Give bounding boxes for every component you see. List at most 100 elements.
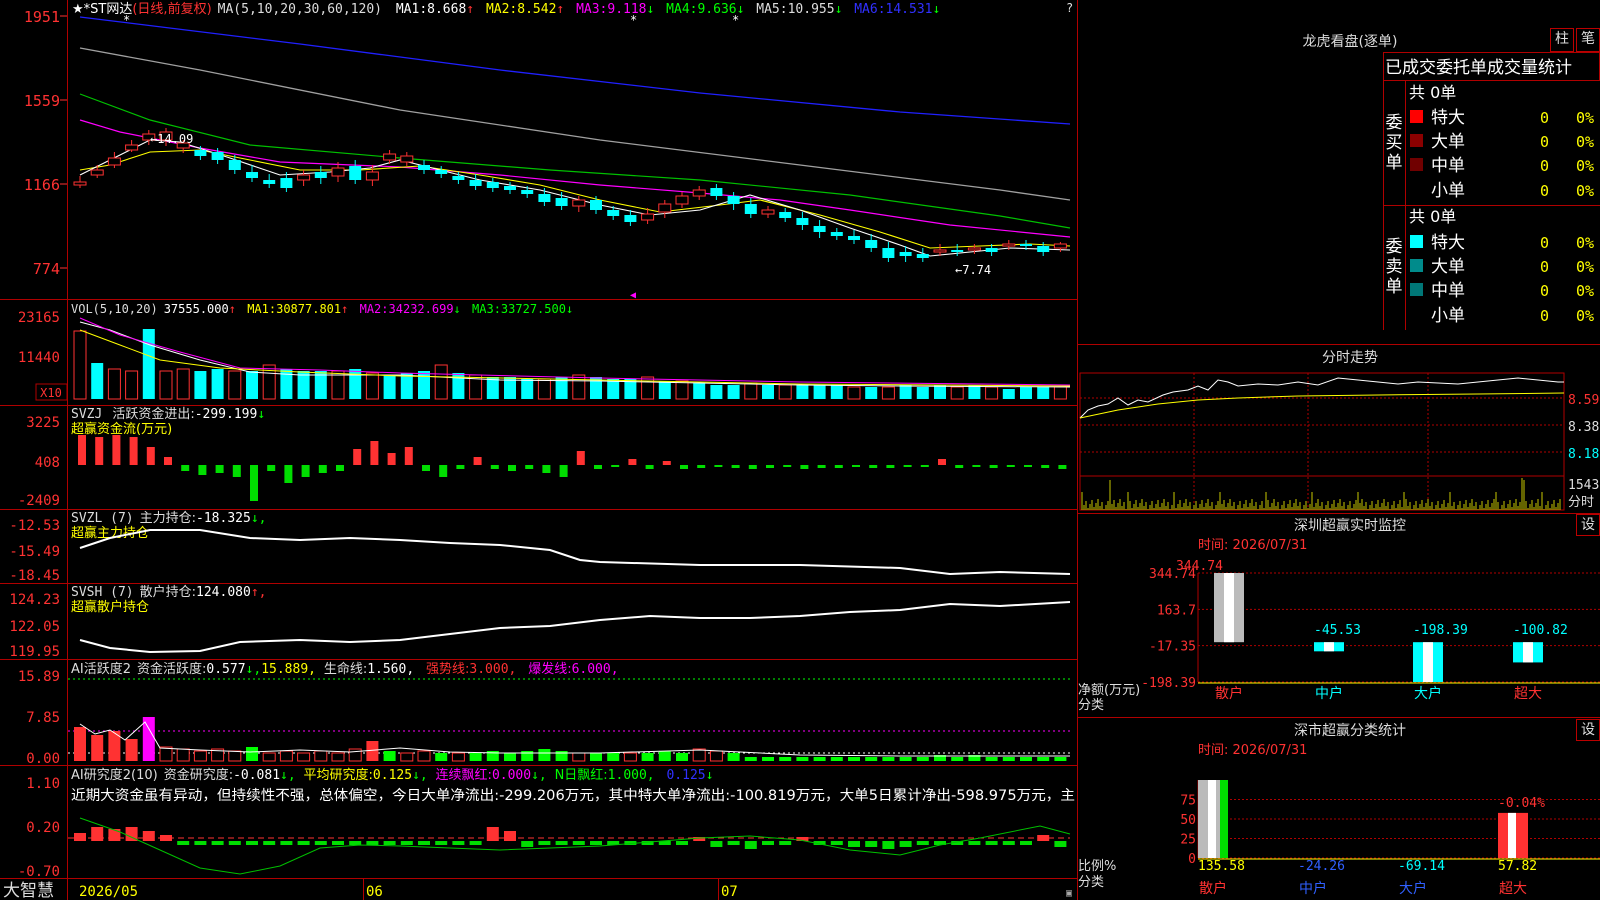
research-bar: [142, 831, 155, 841]
fund-flow-bar: [129, 437, 138, 465]
candle-body: [107, 157, 121, 166]
class-tick: 25: [1180, 833, 1196, 848]
activity-bars: [74, 717, 1067, 762]
volume-bar: [365, 372, 379, 400]
x-tick: 07: [721, 884, 738, 900]
activity-bar: [279, 750, 293, 762]
intraday-title: 分时走势: [1322, 350, 1378, 366]
activity-bar: [400, 752, 414, 762]
class-bar-label: -24.26: [1298, 859, 1345, 874]
help-icon[interactable]: ?: [1066, 1, 1073, 15]
research-bar: [504, 831, 516, 841]
class-settings-button[interactable]: 设: [1576, 719, 1600, 741]
class-bar-label: 57.82: [1498, 859, 1537, 874]
research-bar: [469, 841, 482, 845]
research-bar: [211, 841, 224, 845]
fund-flow-bar: [852, 465, 860, 467]
candle-body: [830, 232, 843, 236]
activity-bar: [676, 753, 688, 761]
buy-side-label: 委买单: [1386, 113, 1403, 173]
class-bar-highlight: [1208, 780, 1216, 858]
candle-body: [73, 181, 87, 186]
activity-bar: [297, 752, 311, 762]
kline-chart-area[interactable]: 1951 1559 1166 774 ★*ST网达(日线,前复权) MA(5,10…: [0, 0, 1078, 900]
candlesticks[interactable]: [73, 128, 1067, 262]
intraday-vol-tick: 1543: [1568, 478, 1599, 493]
candle-body: [882, 248, 895, 258]
vol-tick: 23165: [18, 310, 60, 326]
candle-body: [658, 203, 672, 213]
brand-logo: 大智慧: [3, 881, 54, 900]
monitor-bar-highlight: [1423, 642, 1433, 682]
monitor-settings-button[interactable]: 设: [1576, 514, 1600, 536]
research-bar: [228, 841, 241, 845]
candle-body: [848, 236, 860, 240]
ai1-legend: AI活跃度2 资金活跃度:0.577↓,15.889, 生命线:1.560, 强势…: [71, 661, 619, 677]
fund-flow-bar: [697, 465, 706, 468]
class-chart[interactable]: 75 50 25 0 135.58 散户 -24.26 中户 -69.14 大户 57.82 超大 -0…: [1180, 780, 1600, 897]
candle-body: [572, 199, 586, 207]
sell-row-color: [1410, 235, 1423, 248]
candle-body: [228, 160, 241, 170]
candle-body: [744, 204, 757, 214]
candle-body: [590, 200, 602, 210]
candle-body: [263, 180, 276, 184]
ai1-tick: 15.89: [18, 669, 60, 685]
fund-flow-bar: [1058, 465, 1067, 469]
activity-bar: [1054, 757, 1067, 761]
monitor-bar-label: -45.53: [1314, 623, 1361, 638]
svzl-tick: -18.45: [9, 568, 60, 584]
svzj-tick: -2409: [18, 493, 60, 509]
ai2-legend: AI研究度2(10) 资金研究度:-0.081↓, 平均研究度:0.125↓, 连…: [71, 767, 713, 783]
activity-bar: [813, 757, 826, 761]
fund-flow-bar: [473, 457, 482, 465]
sell-row-name: 中单: [1431, 281, 1465, 301]
svsh-tick: 122.05: [9, 619, 60, 635]
volume-bar: [658, 381, 671, 399]
volume-bar: [675, 380, 689, 400]
lock-icon[interactable]: ▣: [1066, 888, 1072, 899]
volume-bar: [950, 386, 964, 400]
activity-bar: [1002, 757, 1015, 761]
research-bar: [538, 841, 551, 845]
monitor-category-label: 中户: [1315, 685, 1343, 702]
x-tick: 2026/05: [79, 884, 138, 900]
sell-row-num: 0: [1540, 234, 1549, 252]
volume-bar: [744, 382, 758, 400]
main-legend: ★*ST网达(日线,前复权) MA(5,10,20,30,60,120) MA1:…: [72, 1, 940, 17]
research-bar: [452, 841, 465, 845]
fund-flow-bar: [628, 459, 637, 465]
fund-flow-bar: [783, 465, 792, 467]
research-bar: [762, 841, 774, 845]
volume-bar: [1053, 386, 1067, 400]
class-tick: 75: [1180, 794, 1196, 809]
monitor-chart[interactable]: 344.74163.7-17.35-198.39344.74散户-45.53中户…: [1141, 559, 1600, 702]
monitor-bar-label: 344.74: [1176, 559, 1223, 574]
volume-bar: [418, 371, 430, 399]
research-bar: [710, 841, 723, 847]
research-bar: [555, 841, 568, 845]
candle-body: [297, 174, 311, 181]
fund-flow-bar: [955, 465, 964, 468]
research-bar: [435, 841, 448, 845]
fund-flow-bar: [198, 465, 207, 475]
activity-bar: [383, 751, 396, 761]
research-bar: [194, 841, 207, 845]
fund-flow-bar: [1024, 465, 1032, 467]
buy-row-color: [1410, 110, 1423, 123]
fund-flow-bar: [542, 465, 551, 473]
volume-bar: [1037, 387, 1050, 399]
candle-body: [865, 240, 878, 248]
candle-body: [899, 252, 912, 256]
fund-flow-bar: [439, 465, 448, 477]
fund-flow-bar: [370, 441, 379, 465]
sell-row-pct: 0%: [1576, 282, 1594, 300]
sell-row-color: [1410, 283, 1423, 296]
candle-body: [418, 165, 430, 170]
volume-bar: [607, 379, 620, 399]
intraday-chart[interactable]: [1079, 372, 1565, 511]
svzj-subtitle: 超赢资金流(万元): [71, 421, 172, 437]
period-label[interactable]: (日线,前复权): [132, 1, 211, 17]
activity-bar: [142, 717, 155, 761]
fund-flow-bar: [525, 465, 534, 469]
